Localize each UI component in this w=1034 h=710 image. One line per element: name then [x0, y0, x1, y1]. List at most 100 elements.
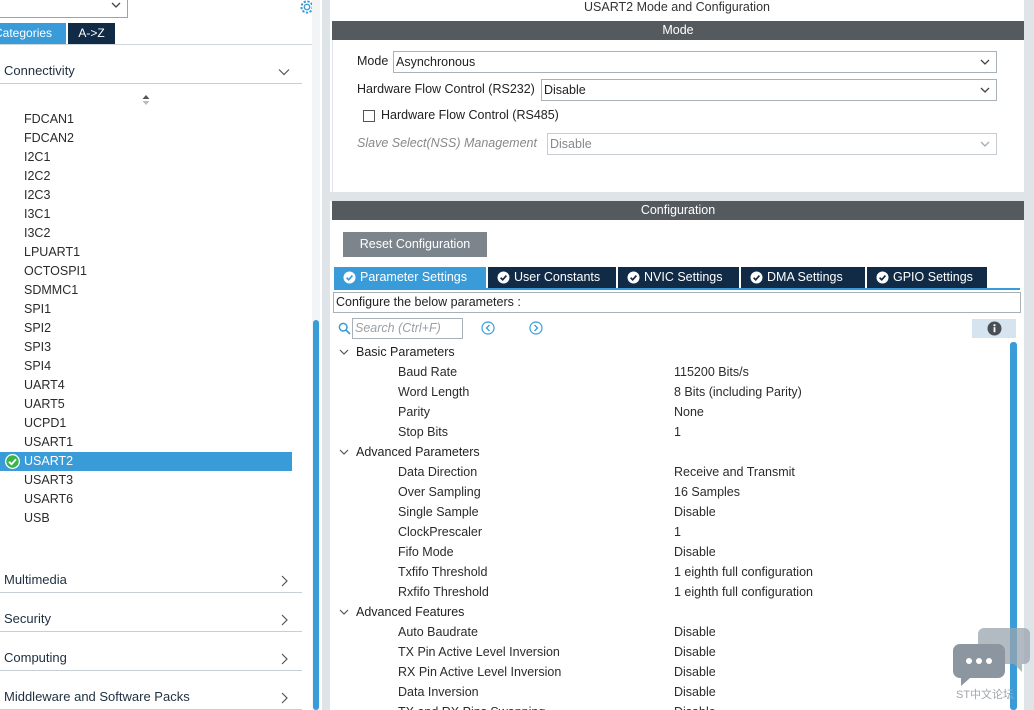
- sort-icon[interactable]: [142, 95, 150, 105]
- peripheral-item-spi1[interactable]: SPI1: [0, 300, 292, 319]
- param-name: Baud Rate: [398, 365, 458, 379]
- tab-dma-settings[interactable]: DMA Settings: [741, 267, 865, 288]
- param-row[interactable]: Baud Rate 115200 Bits/s: [334, 362, 1006, 382]
- peripheral-filter-combo[interactable]: [0, 0, 128, 18]
- peripheral-label: SPI1: [24, 302, 52, 316]
- peripheral-item-i3c1[interactable]: I3C1: [0, 205, 292, 224]
- tab-gpio-settings[interactable]: GPIO Settings: [867, 267, 987, 288]
- chevron-down-icon: [339, 609, 349, 615]
- panel-splitter[interactable]: [322, 0, 330, 710]
- peripheral-label: UART4: [24, 378, 65, 392]
- param-value[interactable]: Disable: [674, 702, 716, 710]
- param-row[interactable]: Txfifo Threshold 1 eighth full configurat…: [334, 562, 1006, 582]
- param-row[interactable]: Fifo Mode Disable: [334, 542, 1006, 562]
- param-value[interactable]: Disable: [674, 622, 716, 642]
- param-row[interactable]: Data Direction Receive and Transmit: [334, 462, 1006, 482]
- param-row[interactable]: Auto Baudrate Disable: [334, 622, 1006, 642]
- param-row[interactable]: TX and RX Pins Swapping Disable: [334, 702, 1006, 710]
- param-value[interactable]: Disable: [674, 682, 716, 702]
- param-value[interactable]: 8 Bits (including Parity): [674, 382, 802, 402]
- param-row[interactable]: ClockPrescaler 1: [334, 522, 1006, 542]
- category-label: Security: [4, 611, 51, 626]
- chevron-right-icon: [281, 692, 288, 704]
- tab-a-to-z[interactable]: A->Z: [68, 23, 115, 44]
- param-group-advanced-features[interactable]: Advanced Features: [334, 602, 1006, 622]
- peripheral-item-i2c2[interactable]: I2C2: [0, 167, 292, 186]
- mode-label: Mode: [357, 54, 389, 68]
- param-row[interactable]: Stop Bits 1: [334, 422, 1006, 442]
- tab-parameter-settings[interactable]: Parameter Settings: [334, 267, 486, 288]
- peripheral-item-usb[interactable]: USB: [0, 509, 292, 528]
- info-button[interactable]: [972, 319, 1016, 338]
- param-row[interactable]: Parity None: [334, 402, 1006, 422]
- param-value[interactable]: Disable: [674, 642, 716, 662]
- mode-select[interactable]: Asynchronous: [393, 51, 997, 73]
- param-value[interactable]: Disable: [674, 542, 716, 562]
- peripheral-item-usart1[interactable]: USART1: [0, 433, 292, 452]
- tab-user-constants[interactable]: User Constants: [488, 267, 616, 288]
- category-connectivity[interactable]: Connectivity: [0, 60, 302, 84]
- peripheral-item-octospi1[interactable]: OCTOSPI1: [0, 262, 292, 281]
- peripheral-item-usart2[interactable]: USART2: [0, 452, 292, 471]
- peripheral-item-fdcan2[interactable]: FDCAN2: [0, 129, 292, 148]
- peripheral-item-sdmmc1[interactable]: SDMMC1: [0, 281, 292, 300]
- previous-match-icon[interactable]: [480, 320, 496, 336]
- param-value[interactable]: 1 eighth full configuration: [674, 582, 813, 602]
- peripheral-item-uart5[interactable]: UART5: [0, 395, 292, 414]
- param-row[interactable]: Over Sampling 16 Samples: [334, 482, 1006, 502]
- chevron-down-icon: [980, 141, 990, 147]
- tab-categories[interactable]: Categories: [0, 23, 66, 44]
- peripheral-item-usart6[interactable]: USART6: [0, 490, 292, 509]
- hw-flow-rs232-select[interactable]: Disable: [541, 79, 997, 101]
- param-row[interactable]: Word Length 8 Bits (including Parity): [334, 382, 1006, 402]
- param-value[interactable]: 1: [674, 422, 681, 442]
- peripheral-item-spi4[interactable]: SPI4: [0, 357, 292, 376]
- peripheral-item-fdcan1[interactable]: FDCAN1: [0, 110, 292, 129]
- param-row[interactable]: Rxfifo Threshold 1 eighth full configurat…: [334, 582, 1006, 602]
- peripheral-item-spi2[interactable]: SPI2: [0, 319, 292, 338]
- reset-configuration-button[interactable]: Reset Configuration: [343, 232, 487, 257]
- hw-flow-rs485-checkbox[interactable]: [363, 110, 375, 122]
- param-value[interactable]: 1: [674, 522, 681, 542]
- category-label: Multimedia: [4, 572, 67, 587]
- tab-nvic-settings[interactable]: NVIC Settings: [618, 267, 739, 288]
- param-group-basic-parameters[interactable]: Basic Parameters: [334, 342, 1006, 362]
- category-security[interactable]: Security: [0, 608, 302, 632]
- peripheral-item-uart4[interactable]: UART4: [0, 376, 292, 395]
- slave-select-label: Slave Select(NSS) Management: [357, 136, 537, 150]
- category-computing[interactable]: Computing: [0, 647, 302, 671]
- param-value[interactable]: 115200 Bits/s: [674, 362, 749, 382]
- next-match-icon[interactable]: [528, 320, 544, 336]
- right-panel: USART2 Mode and Configuration Mode Mode …: [330, 0, 1034, 710]
- peripheral-item-i3c2[interactable]: I3C2: [0, 224, 292, 243]
- param-value[interactable]: 16 Samples: [674, 482, 740, 502]
- param-row[interactable]: Single Sample Disable: [334, 502, 1006, 522]
- left-scrollbar-thumb[interactable]: [313, 320, 319, 710]
- tab-label: DMA Settings: [767, 270, 843, 284]
- param-value[interactable]: None: [674, 402, 704, 422]
- peripheral-item-ucpd1[interactable]: UCPD1: [0, 414, 292, 433]
- forum-watermark: ST中文论坛: [950, 622, 1034, 704]
- param-value[interactable]: Disable: [674, 502, 716, 522]
- peripheral-item-i2c3[interactable]: I2C3: [0, 186, 292, 205]
- peripheral-item-usart3[interactable]: USART3: [0, 471, 292, 490]
- peripheral-item-lpuart1[interactable]: LPUART1: [0, 243, 292, 262]
- param-value[interactable]: 1 eighth full configuration: [674, 562, 813, 582]
- left-panel: ‹ Categories A->Z Connectivity FDCAN1FDC…: [0, 0, 322, 710]
- param-group-advanced-parameters[interactable]: Advanced Parameters: [334, 442, 1006, 462]
- param-value[interactable]: Receive and Transmit: [674, 462, 795, 482]
- tabs-underline: [334, 288, 1020, 290]
- category-middleware[interactable]: Middleware and Software Packs: [0, 686, 302, 710]
- param-row[interactable]: RX Pin Active Level Inversion Disable: [334, 662, 1006, 682]
- peripheral-label: I3C1: [24, 207, 51, 221]
- hw-flow-rs232-label: Hardware Flow Control (RS232): [357, 82, 535, 96]
- peripheral-item-spi3[interactable]: SPI3: [0, 338, 292, 357]
- category-multimedia[interactable]: Multimedia: [0, 569, 302, 593]
- peripheral-label: UART5: [24, 397, 65, 411]
- peripheral-item-i2c1[interactable]: I2C1: [0, 148, 292, 167]
- mode-box: Mode Asynchronous Hardware Flow Control …: [332, 40, 1024, 192]
- param-value[interactable]: Disable: [674, 662, 716, 682]
- param-row[interactable]: TX Pin Active Level Inversion Disable: [334, 642, 1006, 662]
- param-row[interactable]: Data Inversion Disable: [334, 682, 1006, 702]
- param-search-input[interactable]: Search (Ctrl+F): [352, 318, 463, 339]
